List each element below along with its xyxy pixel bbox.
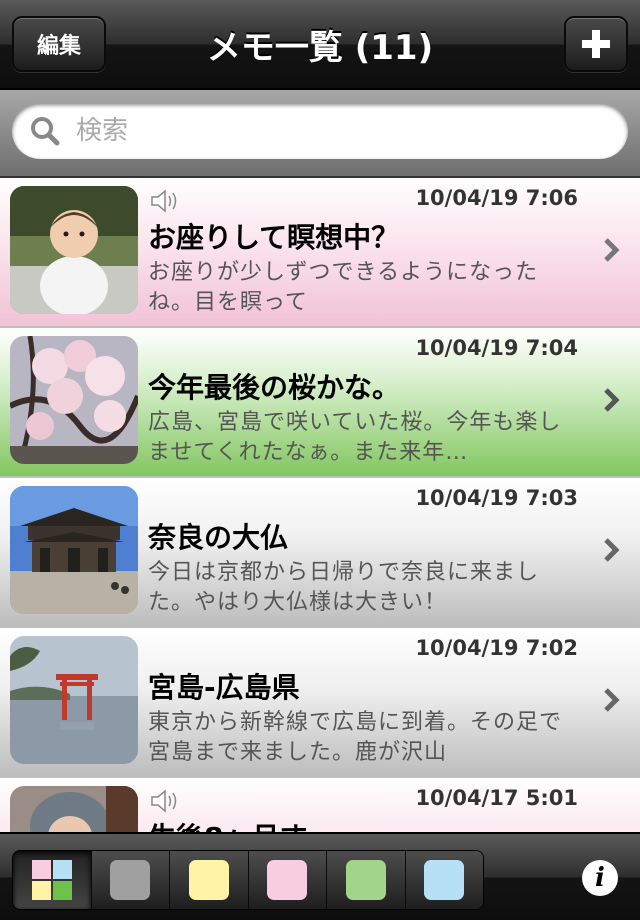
memo-preview: お座りが少しずつできるようになったね。目を瞑って — [148, 260, 539, 315]
memo-title: 生後8ヶ月す — [148, 816, 307, 832]
search-icon — [31, 117, 60, 146]
memo-title: 奈良の大仏 — [148, 521, 289, 554]
page-title: メモ一覧 (11) — [206, 27, 434, 68]
filter-green[interactable] — [327, 851, 406, 909]
filter-gray[interactable] — [91, 851, 170, 909]
plus-icon — [582, 30, 610, 58]
memo-title: 宮島-広島県 — [148, 671, 300, 704]
blue-swatch — [424, 860, 465, 900]
memo-date: 10/04/17 5:01 — [415, 786, 578, 810]
memo-thumbnail — [10, 486, 138, 614]
info-button[interactable]: i — [582, 860, 618, 896]
memo-title: 今年最後の桜かな。 — [148, 371, 401, 404]
swatch-green — [52, 881, 72, 900]
chevron-right-icon — [604, 538, 620, 562]
navigation-bar: 編集 メモ一覧 (11) — [0, 0, 640, 90]
swatch-pink — [31, 860, 51, 879]
gray-swatch — [110, 860, 151, 900]
all-colors-icon — [31, 860, 72, 900]
memo-date: 10/04/19 7:03 — [415, 486, 578, 510]
memo-thumbnail — [10, 636, 138, 764]
memo-row[interactable]: 10/04/19 7:06 お座りして瞑想中？ お座りが少しずつできるようになっ… — [0, 178, 640, 328]
chevron-right-icon — [604, 388, 620, 412]
memo-title: お座りして瞑想中？ — [148, 221, 400, 254]
memo-row[interactable]: 10/04/19 7:02 宮島-広島県 東京から新幹線で広島に到着。その足で宮… — [0, 628, 640, 778]
edit-button[interactable]: 編集 — [12, 16, 106, 72]
filter-blue[interactable] — [405, 851, 483, 909]
filter-all-colors[interactable] — [13, 851, 92, 909]
pink-swatch — [267, 860, 308, 900]
memo-list: 10/04/19 7:06 お座りして瞑想中？ お座りが少しずつできるようになっ… — [0, 178, 640, 832]
memo-date: 10/04/19 7:02 — [415, 636, 578, 660]
memo-preview: 東京から新幹線で広島に到着。その足で宮島まで来ました。鹿が沢山 — [148, 710, 563, 765]
bottom-toolbar: i — [0, 832, 640, 920]
speaker-icon — [151, 189, 177, 213]
yellow-swatch — [188, 860, 229, 900]
filter-yellow[interactable] — [170, 851, 249, 909]
memo-row[interactable]: 10/04/17 5:01 生後8ヶ月す — [0, 778, 640, 832]
green-swatch — [345, 860, 386, 900]
swatch-blue — [52, 860, 72, 879]
memo-row[interactable]: 10/04/19 7:04 今年最後の桜かな。 広島、宮島で咲いていた桜。今年も… — [0, 328, 640, 478]
memo-thumbnail — [10, 186, 138, 314]
search-bar — [0, 90, 640, 178]
search-input[interactable] — [74, 115, 558, 147]
memo-date: 10/04/19 7:06 — [415, 186, 578, 210]
memo-date: 10/04/19 7:04 — [415, 336, 578, 360]
memo-thumbnail — [10, 336, 138, 464]
memo-preview: 広島、宮島で咲いていた桜。今年も楽しませてくれたなぁ。また来年… — [148, 410, 562, 465]
chevron-right-icon — [604, 238, 620, 262]
chevron-right-icon — [604, 688, 620, 712]
filter-pink[interactable] — [248, 851, 327, 909]
add-memo-button[interactable] — [564, 16, 628, 72]
memo-row[interactable]: 10/04/19 7:03 奈良の大仏 今日は京都から日帰りで奈良に来ました。や… — [0, 478, 640, 628]
memo-preview: 今日は京都から日帰りで奈良に来ました。やはり大仏様は大きい！ — [148, 560, 540, 615]
search-field[interactable] — [12, 103, 628, 159]
memo-thumbnail — [10, 786, 138, 832]
color-filter-segmented-control — [12, 850, 484, 910]
speaker-icon — [151, 789, 177, 813]
swatch-yellow — [31, 881, 51, 900]
